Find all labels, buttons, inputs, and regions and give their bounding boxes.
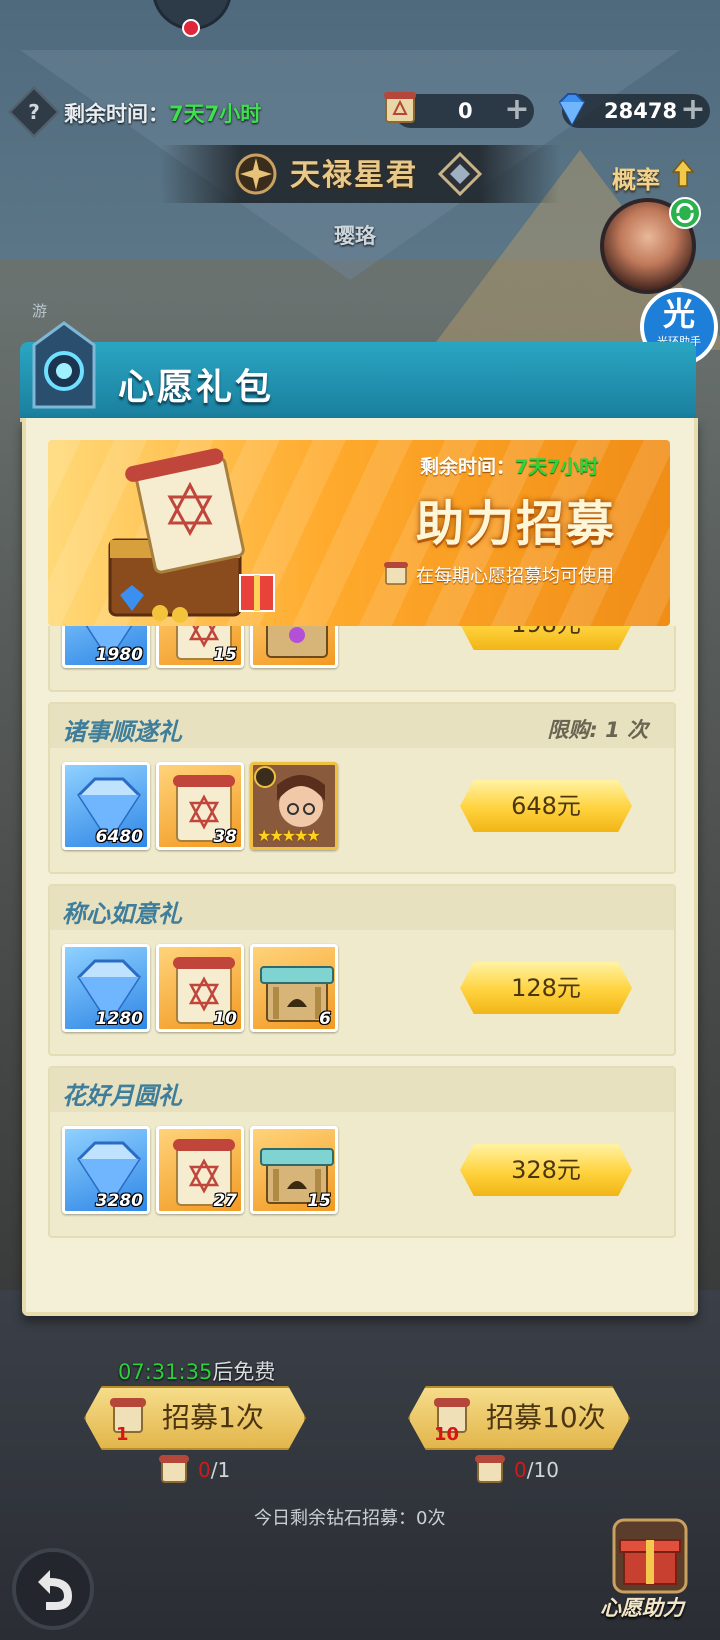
- item-count: 1980: [95, 645, 143, 665]
- banner-subtitle: 璎珞: [334, 224, 376, 248]
- tower-icon: [32, 321, 96, 409]
- buy-button[interactable]: 198元: [460, 626, 632, 650]
- element-emblem-icon: [438, 152, 482, 196]
- pack-name: 诸事顺遂礼: [62, 718, 182, 746]
- item-count: 1280: [95, 1009, 143, 1029]
- question-icon: ?: [28, 100, 40, 124]
- notification-dot: [182, 19, 200, 37]
- remaining-time-value: 7天7小时: [169, 102, 262, 126]
- recruit-once-button[interactable]: 1 招募1次: [84, 1386, 306, 1450]
- item-count: 6: [319, 1009, 331, 1029]
- pack-item-diamond[interactable]: 3280: [62, 1126, 150, 1214]
- item-count: 3280: [95, 1191, 143, 1211]
- refresh-icon[interactable]: [668, 196, 702, 230]
- cost-need: /1: [210, 1458, 231, 1482]
- buy-button[interactable]: 328元: [460, 1144, 632, 1196]
- recruit-once-label: 招募1次: [162, 1401, 264, 1434]
- hero-stars: ★★★★★: [257, 826, 321, 845]
- pack-item-diamond[interactable]: 1980: [62, 626, 150, 668]
- price-label: 128元: [511, 974, 581, 1002]
- buy-button[interactable]: 648元: [460, 780, 632, 832]
- pack-item-scroll[interactable]: 27: [156, 1126, 244, 1214]
- sun-icon: [235, 153, 277, 195]
- banner-title: 天禄星君: [290, 158, 418, 193]
- recruit-ten-count: 10: [434, 1424, 460, 1445]
- diamond-icon: [558, 93, 586, 127]
- gift-icon[interactable]: [604, 1512, 696, 1604]
- free-timer-suffix: 后免费: [212, 1360, 276, 1384]
- pack-name: 花好月圆礼: [62, 1082, 182, 1110]
- item-count: 15: [307, 1191, 331, 1211]
- scroll-icon: [384, 92, 416, 123]
- scroll-icon: [159, 1455, 189, 1483]
- remaining-time-label: 剩余时间：: [64, 102, 169, 126]
- item-count: 10: [213, 1009, 237, 1029]
- remaining-time: 剩余时间：7天7小时: [64, 98, 261, 128]
- recruit-once-cost: 0/1: [198, 1458, 230, 1482]
- chest-icon: [266, 626, 328, 658]
- pack-item-scroll[interactable]: 15: [156, 626, 244, 668]
- back-arrow-icon: [38, 1570, 72, 1610]
- pack-item-diamond[interactable]: 1280: [62, 944, 150, 1032]
- pack-item-chest[interactable]: 15: [250, 1126, 338, 1214]
- today-remaining-recruit: 今日剩余钻石招募：0次: [254, 1508, 446, 1529]
- diamond-count: 28478: [604, 99, 678, 123]
- recruit-ten-button[interactable]: 10 招募10次: [408, 1386, 630, 1450]
- free-timer: 07:31:35后免费: [118, 1356, 275, 1386]
- treasure-chest-illustration: [108, 448, 275, 623]
- add-diamond-button[interactable]: +: [680, 95, 706, 125]
- panel-title: 心愿礼包: [118, 367, 275, 408]
- recruit-once-count: 1: [116, 1424, 129, 1445]
- pack-card: 诸事顺遂礼 限购: 1 次 6480 38 ★★★★★ 648元: [48, 702, 676, 874]
- scroll-count: 0: [458, 99, 473, 123]
- item-count: 38: [213, 827, 237, 847]
- pack-name: 称心如意礼: [62, 900, 182, 928]
- pack-item-scroll[interactable]: 10: [156, 944, 244, 1032]
- assistant-badge-glyph: 光: [662, 295, 695, 333]
- cost-have: 0: [514, 1458, 527, 1482]
- pack-card: 花好月圆礼 3280 27 15 328元: [48, 1066, 676, 1238]
- price-label: 198元: [460, 626, 632, 650]
- cost-need: /10: [526, 1458, 559, 1482]
- item-count: 6480: [95, 827, 143, 847]
- cost-have: 0: [198, 1458, 211, 1482]
- pack-item-scroll[interactable]: 38: [156, 762, 244, 850]
- pack-item-chest[interactable]: [250, 626, 338, 668]
- item-count: 27: [213, 1191, 237, 1211]
- hero-remaining-time: 剩余时间：7天7小时: [420, 452, 598, 479]
- recruit-ten-label: 招募10次: [486, 1401, 606, 1434]
- price-label: 648元: [511, 792, 581, 820]
- pack-card: 1980 15 198元: [48, 626, 676, 692]
- back-button[interactable]: [12, 1548, 94, 1630]
- recruit-ten-cost: 0/10: [514, 1458, 559, 1482]
- purchase-limit: 限购: 1 次: [547, 718, 648, 742]
- pack-item-chest[interactable]: 6: [250, 944, 338, 1032]
- probability-up-label[interactable]: 概率: [612, 160, 660, 195]
- hero-remaining-value: 7天7小时: [515, 456, 599, 478]
- price-label: 328元: [511, 1156, 581, 1184]
- free-timer-value: 07:31:35: [118, 1360, 213, 1384]
- wish-assist-label[interactable]: 心愿助力: [600, 1592, 684, 1622]
- pack-list[interactable]: 1980 15 198元 诸事顺遂礼 限购: 1 次 6480 38 ★★★★★…: [48, 626, 676, 1268]
- scroll-icon: [384, 562, 408, 585]
- arrow-up-icon: [671, 158, 695, 187]
- pack-item-diamond[interactable]: 6480: [62, 762, 150, 850]
- add-scroll-button[interactable]: +: [504, 95, 530, 125]
- hero-description: 在每期心愿招募均可使用: [416, 566, 614, 587]
- scroll-icon: [475, 1455, 505, 1483]
- hero-title: 助力招募: [416, 496, 617, 552]
- pack-item-hero[interactable]: ★★★★★: [250, 762, 338, 850]
- buy-button[interactable]: 128元: [460, 962, 632, 1014]
- item-count: 15: [213, 645, 237, 665]
- pack-card: 称心如意礼 1280 10 6 128元: [48, 884, 676, 1056]
- hero-remaining-label: 剩余时间：: [420, 456, 516, 478]
